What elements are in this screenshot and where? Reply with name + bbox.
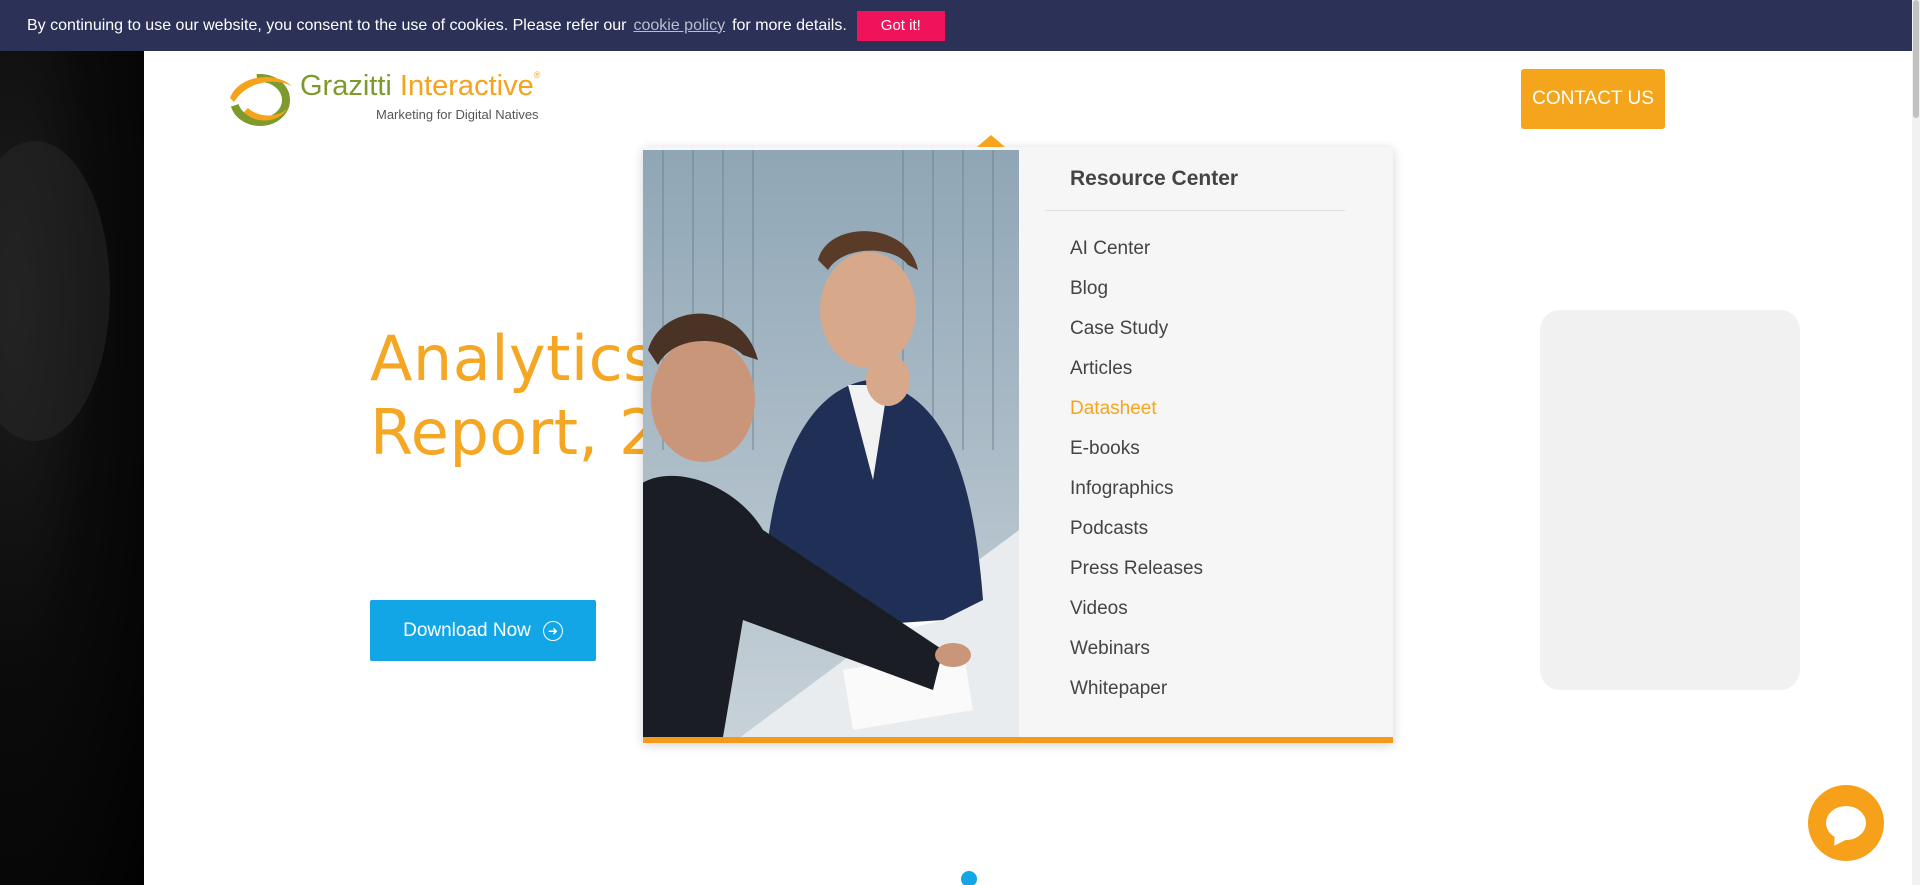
menu-item-datasheet[interactable]: Datasheet	[1070, 389, 1203, 429]
menu-item-podcasts[interactable]: Podcasts	[1070, 509, 1203, 549]
resources-dropdown-menu: Resource Center AI Center Blog Case Stud…	[643, 147, 1393, 743]
cookie-message-end: for more details.	[732, 16, 847, 34]
menu-item-infographics[interactable]: Infographics	[1070, 469, 1203, 509]
resource-link-list: AI Center Blog Case Study Articles Datas…	[1070, 229, 1203, 709]
menu-heading: Resource Center	[1070, 167, 1239, 190]
scrollbar-thumb[interactable]	[1913, 0, 1919, 118]
cookie-consent-bar: By continuing to use our website, you co…	[0, 0, 1920, 51]
business-meeting-photo	[643, 150, 1019, 737]
site-logo[interactable]: Grazitti Interactive® Marketing for Digi…	[224, 66, 564, 130]
page-scrollbar[interactable]	[1912, 0, 1920, 885]
logo-wordmark: Grazitti Interactive®	[300, 70, 541, 102]
menu-item-case-study[interactable]: Case Study	[1070, 309, 1203, 349]
menu-item-videos[interactable]: Videos	[1070, 589, 1203, 629]
menu-item-blog[interactable]: Blog	[1070, 269, 1203, 309]
logo-tagline: Marketing for Digital Natives	[376, 107, 539, 122]
background-figure-decoration	[1540, 310, 1800, 690]
cookie-accept-button[interactable]: Got it!	[856, 10, 945, 41]
menu-item-whitepaper[interactable]: Whitepaper	[1070, 669, 1203, 709]
cookie-message: By continuing to use our website, you co…	[27, 16, 627, 34]
menu-item-articles[interactable]: Articles	[1070, 349, 1203, 389]
hero-background-left	[0, 51, 144, 885]
cookie-policy-link[interactable]: cookie policy	[633, 17, 725, 35]
menu-divider	[1045, 210, 1345, 211]
menu-item-webinars[interactable]: Webinars	[1070, 629, 1203, 669]
download-now-button[interactable]: Download Now ➜	[370, 600, 596, 661]
arrow-circle-right-icon: ➜	[542, 620, 563, 641]
menu-item-press-releases[interactable]: Press Releases	[1070, 549, 1203, 589]
menu-item-e-books[interactable]: E-books	[1070, 429, 1203, 469]
chat-launcher-button[interactable]	[1808, 785, 1884, 861]
contact-us-button[interactable]: CONTACT US	[1521, 69, 1665, 129]
carousel-indicator-dot[interactable]	[961, 871, 977, 885]
dropdown-accent-bar	[643, 737, 1393, 743]
resource-center-panel: Resource Center AI Center Blog Case Stud…	[1019, 147, 1393, 737]
chat-bubble-icon	[1826, 806, 1866, 840]
dropdown-caret-icon	[977, 135, 1005, 147]
logo-swoosh-icon	[230, 74, 292, 126]
dropdown-feature-image	[643, 150, 1019, 737]
menu-item-ai-center[interactable]: AI Center	[1070, 229, 1203, 269]
